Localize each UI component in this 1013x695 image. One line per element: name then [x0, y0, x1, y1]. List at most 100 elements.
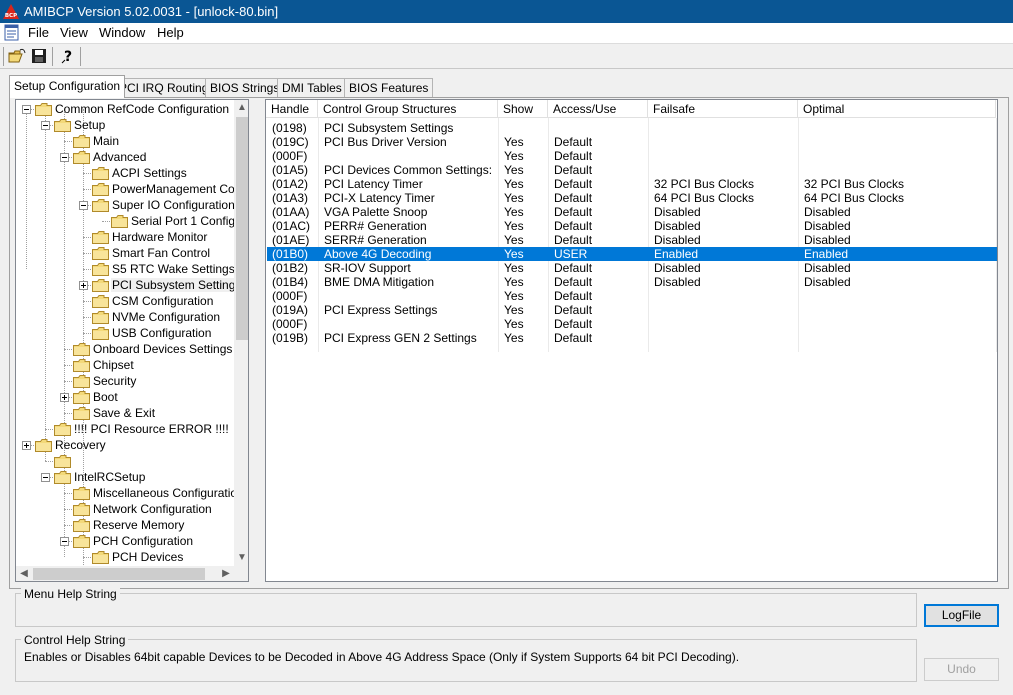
- tree-item[interactable]: Chipset: [16, 357, 234, 373]
- tab-bios-features[interactable]: BIOS Features: [344, 78, 434, 97]
- folder-icon: [73, 503, 90, 516]
- table-row[interactable]: (01AC) PERR# Generation Yes Default Disabled…: [267, 219, 997, 233]
- document-window-icon[interactable]: [3, 24, 21, 42]
- menu-help[interactable]: Help: [157, 25, 184, 40]
- tree-item[interactable]: Smart Fan Control: [16, 245, 234, 261]
- tree-collapse-icon[interactable]: [60, 153, 69, 162]
- tree-item[interactable]: IntelRCSetup: [16, 469, 234, 485]
- tree-expand-icon[interactable]: [22, 441, 31, 450]
- table-row[interactable]: (019A) PCI Express Settings Yes Default: [267, 303, 997, 317]
- tree-item-label: Smart Fan Control: [112, 246, 211, 260]
- table-row[interactable]: (000F) Yes Default: [267, 317, 997, 331]
- tree-horizontal-scrollbar[interactable]: ◀ ▶: [16, 566, 234, 581]
- tree-item[interactable]: Common RefCode Configuration: [16, 101, 234, 117]
- column-header[interactable]: Handle: [266, 100, 318, 118]
- tab-dmi-tables[interactable]: DMI Tables: [277, 78, 347, 97]
- menu-window[interactable]: Window: [99, 25, 145, 40]
- scroll-down-icon[interactable]: ▼: [234, 550, 248, 566]
- tree-item[interactable]: Recovery: [16, 437, 234, 453]
- tree-item[interactable]: S5 RTC Wake Settings: [16, 261, 235, 277]
- tree-item[interactable]: PCI Subsystem Settings: [16, 277, 243, 293]
- table-cell: Default: [554, 191, 593, 205]
- tree-item[interactable]: !!!! PCI Resource ERROR !!!!: [16, 421, 234, 437]
- menu-view[interactable]: View: [60, 25, 88, 40]
- open-folder-icon[interactable]: [6, 46, 28, 67]
- tree-item[interactable]: CSM Configuration: [16, 293, 234, 309]
- table-row[interactable]: (01B0) Above 4G Decoding Yes USER Enabled Ena…: [267, 247, 997, 261]
- tree-item[interactable]: Main: [16, 133, 234, 149]
- tree-item[interactable]: Super IO Configuration: [16, 197, 235, 213]
- column-header[interactable]: Optimal: [798, 100, 996, 118]
- table-cell: PERR# Generation: [324, 219, 427, 233]
- tree-collapse-icon[interactable]: [41, 473, 50, 482]
- table-row[interactable]: (000F) Yes Default: [267, 289, 997, 303]
- tab-pci-irq-routing[interactable]: PCI IRQ Routing: [114, 78, 214, 97]
- table-cell: 64 PCI Bus Clocks: [804, 191, 905, 205]
- tree-item[interactable]: Network Configuration: [16, 501, 234, 517]
- scroll-up-icon[interactable]: ▲: [234, 100, 248, 116]
- scroll-right-icon[interactable]: ▶: [218, 566, 234, 581]
- tree-vertical-scrollbar[interactable]: ▲ ▼: [234, 100, 248, 566]
- table-row[interactable]: (01B4) BME DMA Mitigation Yes Default Disabl…: [267, 275, 997, 289]
- tree-item[interactable]: Serial Port 1 Configura: [16, 213, 248, 229]
- table-row[interactable]: (019B) PCI Express GEN 2 Settings Yes Defau…: [267, 331, 997, 345]
- table-cell: [650, 149, 800, 163]
- table-cell: [650, 317, 800, 331]
- table-row[interactable]: (000F) Yes Default: [267, 149, 997, 163]
- setup-tree[interactable]: Common RefCode Configuration Setup Main Adv…: [15, 99, 249, 582]
- help-icon[interactable]: ?: [57, 46, 79, 67]
- tree-item[interactable]: Advanced: [16, 149, 234, 165]
- tree-item[interactable]: PowerManagement Confi: [16, 181, 247, 197]
- scroll-left-icon[interactable]: ◀: [16, 566, 32, 581]
- table-row[interactable]: (019C) PCI Bus Driver Version Yes Default: [267, 135, 997, 149]
- logfile-button[interactable]: LogFile: [924, 604, 999, 627]
- save-icon[interactable]: [28, 46, 50, 67]
- tree-item-label: Common RefCode Configuration: [55, 102, 230, 116]
- table-cell: (01B4): [272, 275, 309, 289]
- tree-item[interactable]: [16, 453, 234, 469]
- table-row[interactable]: (01AE) SERR# Generation Yes Default Disabled…: [267, 233, 997, 247]
- tree-scroll-thumb[interactable]: [236, 117, 248, 340]
- table-row[interactable]: (01AA) VGA Palette Snoop Yes Default Disable…: [267, 205, 997, 219]
- table-cell: Yes: [504, 275, 524, 289]
- tree-collapse-icon[interactable]: [60, 537, 69, 546]
- title-bar[interactable]: BCP AMIBCP Version 5.02.0031 - [unlock-8…: [0, 0, 1013, 23]
- column-header[interactable]: Access/Use: [548, 100, 648, 118]
- tree-expand-icon[interactable]: [79, 281, 88, 290]
- undo-button[interactable]: Undo: [924, 658, 999, 681]
- table-row[interactable]: (01A3) PCI-X Latency Timer Yes Default 64 PC…: [267, 191, 997, 205]
- menu-file[interactable]: File: [28, 25, 49, 40]
- tree-item[interactable]: Hardware Monitor: [16, 229, 234, 245]
- tree-item[interactable]: PCH Devices: [16, 549, 234, 565]
- tree-expand-icon[interactable]: [60, 393, 69, 402]
- tree-collapse-icon[interactable]: [22, 105, 31, 114]
- tree-item[interactable]: Boot: [16, 389, 234, 405]
- tab-setup-configuration[interactable]: Setup Configuration: [9, 75, 126, 98]
- table-row[interactable]: (01B2) SR-IOV Support Yes Default Disabled Di…: [267, 261, 997, 275]
- table-row[interactable]: (0198) PCI Subsystem Settings: [267, 121, 997, 135]
- tree-collapse-icon[interactable]: [79, 201, 88, 210]
- table-cell: (01B0): [272, 247, 309, 261]
- control-grid[interactable]: Handle Control Group Structures Show Access…: [265, 99, 998, 582]
- tree-hscroll-thumb[interactable]: [33, 568, 205, 580]
- tree-item[interactable]: PCH Configuration: [16, 533, 234, 549]
- tree-item[interactable]: Security: [16, 373, 234, 389]
- tree-item[interactable]: Reserve Memory: [16, 517, 234, 533]
- column-header[interactable]: Failsafe: [648, 100, 798, 118]
- tree-item[interactable]: Setup: [16, 117, 234, 133]
- tab-bios-strings[interactable]: BIOS Strings: [205, 78, 285, 97]
- column-header[interactable]: Show: [498, 100, 548, 118]
- tree-item[interactable]: ACPI Settings: [16, 165, 234, 181]
- tree-item[interactable]: Onboard Devices Settings: [16, 341, 234, 357]
- table-cell: PCI-X Latency Timer: [324, 191, 435, 205]
- table-row[interactable]: (01A2) PCI Latency Timer Yes Default 32 PCI …: [267, 177, 997, 191]
- table-cell: VGA Palette Snoop: [324, 205, 428, 219]
- table-row[interactable]: (01A5) PCI Devices Common Settings: Yes Def…: [267, 163, 997, 177]
- tree-item[interactable]: NVMe Configuration: [16, 309, 234, 325]
- tree-collapse-icon[interactable]: [41, 121, 50, 130]
- column-header[interactable]: Control Group Structures: [318, 100, 498, 118]
- tree-item[interactable]: USB Configuration: [16, 325, 234, 341]
- table-cell: (01AA): [272, 205, 310, 219]
- tree-item[interactable]: Save & Exit: [16, 405, 234, 421]
- tree-item[interactable]: Miscellaneous Configuration: [16, 485, 244, 501]
